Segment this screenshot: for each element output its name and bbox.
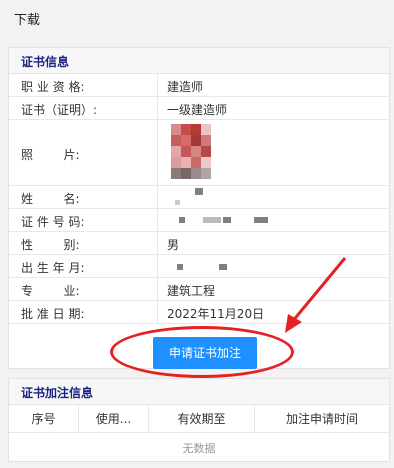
certificate-addon-heading: 证书加注信息 bbox=[21, 386, 94, 400]
arrow-shaft bbox=[290, 257, 347, 323]
empty-state-text: 无数据 bbox=[182, 442, 216, 455]
addon-table-header: 序号 使用... 有效期至 加注申请时间 bbox=[9, 405, 389, 433]
arrow-head bbox=[285, 314, 302, 333]
certificate-addon-header: 证书加注信息 bbox=[9, 379, 389, 405]
column-valid-until[interactable]: 有效期至 bbox=[149, 405, 255, 433]
column-index[interactable]: 序号 bbox=[9, 405, 79, 433]
column-usage[interactable]: 使用... bbox=[79, 405, 149, 433]
column-addon-time[interactable]: 加注申请时间 bbox=[255, 405, 389, 433]
certificate-addon-panel: 证书加注信息 序号 使用... 有效期至 加注申请时间 无数据 bbox=[8, 378, 390, 462]
